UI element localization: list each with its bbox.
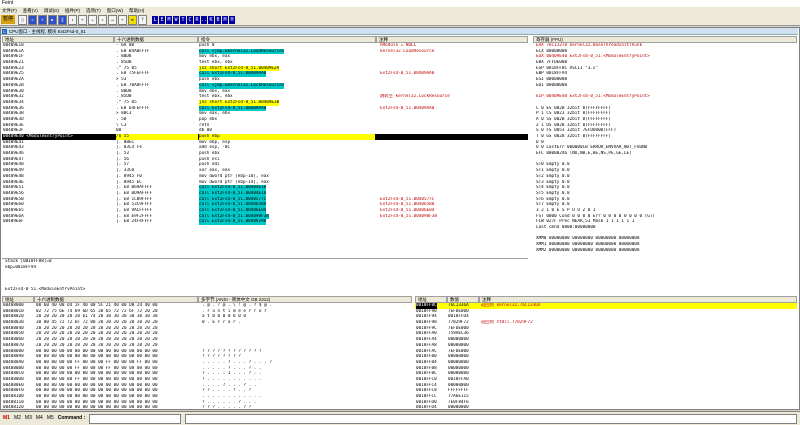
dump-header-hex[interactable]: 十六进制数据 <box>34 296 198 303</box>
menu-item[interactable]: 插件(P) <box>65 7 80 14</box>
window-button[interactable]: W <box>173 15 180 24</box>
window-button[interactable]: ... <box>201 15 210 24</box>
dump-header-ascii[interactable]: 多字节 (ANSI - 简体中文 GB 2312) <box>198 296 412 303</box>
disasm-pane[interactable]: 00409E18- 6A 00 push 0 hModule = NULL 00409… <box>2 43 528 256</box>
cpu-window-title: C CPU窗口 - 主线程, 模块 Ext2Fsd-0_51 <box>1 28 798 35</box>
dump-row[interactable]: 00408120 00 00 00 00 00 00 00 00 00 00 00… <box>2 405 412 409</box>
window-button[interactable]: E <box>159 15 166 24</box>
menu-item[interactable]: 帮助(H) <box>129 7 144 14</box>
disasm-instruction: call Ext2Fsd-0_51.00409298 <box>199 219 267 225</box>
disasm-header-hex[interactable]: 十六进制数据 <box>114 36 198 43</box>
restart-icon[interactable]: « <box>28 14 38 25</box>
trace-over-icon[interactable]: ↗ <box>98 14 108 25</box>
window-button[interactable]: M <box>222 15 229 24</box>
disasm-row[interactable]: 00409E6F |. E8 24F4FFFF call Ext2Fsd-0_51.… <box>2 219 528 225</box>
m2-button[interactable]: M2 <box>14 412 21 425</box>
dump-hex: 00 00 00 00 00 00 00 00 00 00 00 00 00 0… <box>36 405 158 409</box>
menu-bar: 文件(F) 查看(V) 调试(D) 插件(P) 选项(T) 窗口(W) 帮助(H) <box>0 7 800 14</box>
disasm-hex: |. E8 24F4FFFF <box>116 219 153 225</box>
stack-header-addr[interactable]: 地址 <box>415 296 447 303</box>
window-button[interactable]: B <box>215 15 222 24</box>
dump-addr: 00408120 <box>3 405 24 409</box>
command-bar: M1 M2 M3 M4 M5 Command : <box>0 411 800 425</box>
registers-pane[interactable]: EAX 76C13370 kernel32.BaseThreadInitThun… <box>533 43 797 290</box>
stack-header-value[interactable]: 数值 <box>447 296 479 303</box>
stack-row[interactable]: 0018FFD4 00000000 <box>415 405 797 409</box>
window-title: Feint <box>0 0 800 7</box>
step-into-icon[interactable]: ↓ <box>68 14 78 25</box>
disasm-addr: 00409E6F <box>3 219 24 225</box>
close-icon[interactable]: × <box>38 14 48 25</box>
dump-header-addr[interactable]: 地址 <box>2 296 34 303</box>
menu-item[interactable]: 文件(F) <box>2 7 17 14</box>
m1-button[interactable]: M1 <box>3 412 10 425</box>
step-over-icon[interactable]: ↷ <box>78 14 88 25</box>
cpu-window-icon: C <box>2 29 7 34</box>
pause-icon[interactable]: ‖ <box>58 14 68 25</box>
stack-pane[interactable]: 0018FF8C 76C1336A 返回到 kernel32.76C1336A 001… <box>415 303 797 409</box>
window-button[interactable]: T <box>180 15 187 24</box>
menu-item[interactable]: 查看(V) <box>23 7 38 14</box>
register-line: XMM2 00000000 00000000 00000000 00000000 <box>536 247 640 253</box>
stack-header-comment[interactable]: 注释 <box>479 296 797 303</box>
menu-item[interactable]: 选项(T) <box>86 7 101 14</box>
m4-button[interactable]: M4 <box>36 412 43 425</box>
window-letter-buttons: L E M W T C R... K B M H <box>152 15 236 24</box>
disasm-header-comment[interactable]: 注释 <box>376 36 528 43</box>
command-input[interactable] <box>89 414 182 424</box>
window-button[interactable]: L <box>152 15 159 24</box>
registers-header: 寄存器 (FPU) <box>533 36 797 43</box>
execute-till-return-icon[interactable]: ↵ <box>108 14 118 25</box>
command-label: Command : <box>57 415 86 421</box>
goto-icon[interactable]: → <box>118 14 128 25</box>
settings-icon[interactable]: ≡ <box>128 14 138 25</box>
info-line: Ext2Fsd-0_51.<ModuleEntryPoint> <box>5 287 86 290</box>
window-button[interactable]: C <box>187 15 194 24</box>
window-button[interactable]: H <box>229 15 236 24</box>
help-icon[interactable]: ? <box>138 14 148 25</box>
disasm-header-addr[interactable]: 地址 <box>2 36 114 43</box>
dump-ascii: ? ? ? . . . . . ? ? <box>202 405 252 409</box>
menu-item[interactable]: 窗口(W) <box>107 7 123 14</box>
m5-button[interactable]: M5 <box>47 412 54 425</box>
cpu-window-title-text: CPU窗口 - 主线程, 模块 Ext2Fsd-0_51 <box>9 29 86 34</box>
disasm-header-asm[interactable]: 指令 <box>198 36 376 43</box>
stack-value: 00000000 <box>448 405 469 409</box>
open-icon[interactable]: ▢ <box>18 14 28 25</box>
stack-addr: 0018FFD4 <box>416 405 437 409</box>
dump-pane[interactable]: 00408000 00 60 40 00 D4 1F 40 00 5C 21 40… <box>2 303 412 409</box>
trace-into-icon[interactable]: ↘ <box>88 14 98 25</box>
info-pane: Stack [0018FF88]=0 ebp=0018FF94 Ext2Fsd-0_… <box>2 258 528 290</box>
window-button[interactable]: R <box>194 15 201 24</box>
menu-item[interactable]: 调试(D) <box>44 7 59 14</box>
toolbar: 暂停 ▢ « × ▶ ‖ ↓ ↷ ↘ ↗ ↵ → ≡ ? L E M W T C R... K… <box>0 14 800 26</box>
run-icon[interactable]: ▶ <box>48 14 58 25</box>
window-button[interactable]: K <box>208 15 215 24</box>
command-output <box>185 414 798 424</box>
paused-status: 暂停 <box>1 15 16 24</box>
m3-button[interactable]: M3 <box>25 412 32 425</box>
window-button[interactable]: M <box>166 15 173 24</box>
